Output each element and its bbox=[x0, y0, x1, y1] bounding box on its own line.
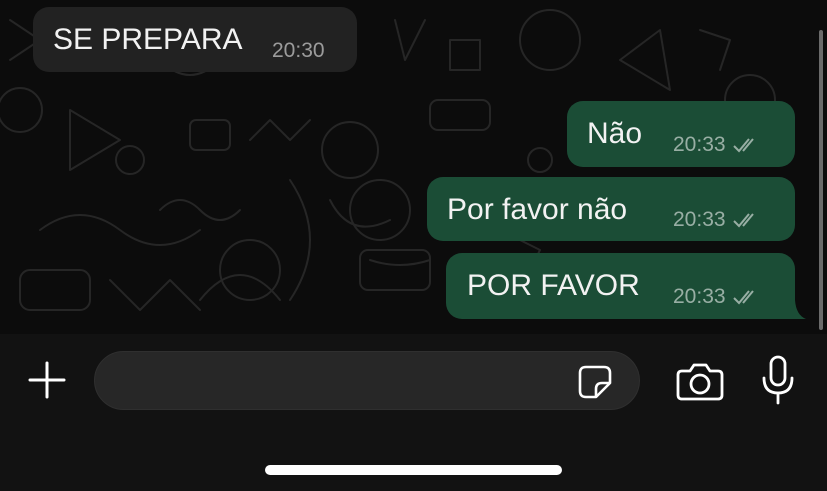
chat-area: SE PREPARA 20:30 Não 20:33 Por favor não… bbox=[0, 0, 827, 334]
double-check-icon bbox=[732, 212, 754, 227]
composer-bar bbox=[0, 334, 827, 491]
message-input[interactable] bbox=[117, 352, 577, 409]
message-bubble-outgoing[interactable]: Não 20:33 bbox=[567, 101, 795, 167]
microphone-icon bbox=[762, 355, 794, 405]
home-indicator[interactable] bbox=[265, 465, 562, 475]
message-text: POR FAVOR bbox=[467, 269, 640, 302]
scrollbar[interactable] bbox=[819, 30, 823, 330]
sticker-button[interactable] bbox=[575, 362, 615, 402]
double-check-icon bbox=[732, 137, 754, 152]
timestamp-text: 20:33 bbox=[673, 208, 726, 231]
message-meta: 20:33 bbox=[673, 286, 760, 307]
message-text: Por favor não bbox=[447, 193, 628, 226]
attach-button[interactable] bbox=[24, 357, 70, 403]
message-bubble-outgoing[interactable]: Por favor não 20:33 bbox=[427, 177, 795, 241]
message-timestamp: 20:30 bbox=[272, 40, 325, 61]
plus-icon bbox=[28, 361, 66, 399]
timestamp-text: 20:33 bbox=[673, 285, 726, 308]
timestamp-text: 20:30 bbox=[272, 39, 325, 62]
timestamp-text: 20:33 bbox=[673, 133, 726, 156]
sticker-icon bbox=[578, 365, 612, 399]
camera-button[interactable] bbox=[676, 357, 724, 405]
double-check-icon bbox=[732, 289, 754, 304]
message-text: Não bbox=[587, 117, 643, 150]
bubble-tail bbox=[790, 300, 806, 319]
message-meta: 20:33 bbox=[673, 134, 760, 155]
message-bubble-outgoing[interactable]: POR FAVOR 20:33 bbox=[446, 253, 795, 319]
microphone-button[interactable] bbox=[758, 352, 798, 408]
message-text: SE PREPARA bbox=[53, 23, 243, 56]
message-meta: 20:33 bbox=[673, 209, 760, 230]
message-bubble-incoming[interactable]: SE PREPARA 20:30 bbox=[33, 7, 357, 72]
message-input-field[interactable] bbox=[94, 351, 640, 410]
camera-icon bbox=[676, 363, 724, 401]
